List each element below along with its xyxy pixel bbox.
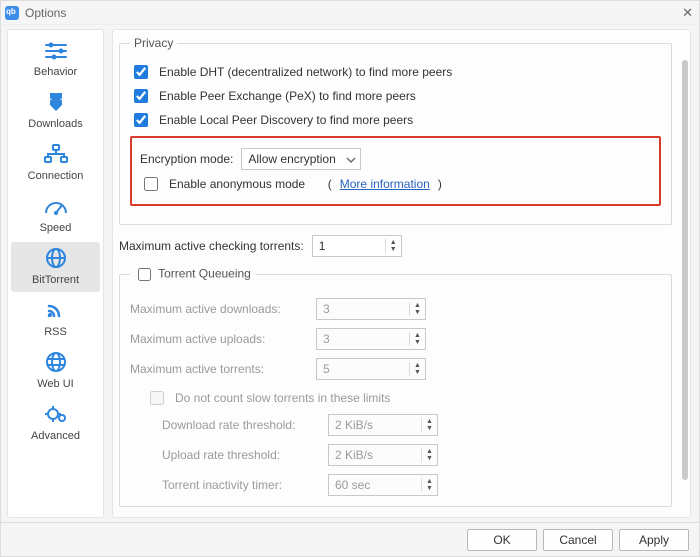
more-info-open: ( bbox=[328, 177, 332, 191]
window-title: Options bbox=[25, 6, 66, 20]
footer: OK Cancel Apply bbox=[1, 522, 699, 556]
max-ul-label: Maximum active uploads: bbox=[130, 332, 310, 346]
max-active-label: Maximum active torrents: bbox=[130, 362, 310, 376]
ulrate-label: Upload rate threshold: bbox=[162, 448, 322, 462]
sidebar-item-speed[interactable]: Speed bbox=[11, 190, 100, 240]
spin-down-icon: ▼ bbox=[422, 425, 437, 432]
sidebar-item-bittorrent[interactable]: BitTorrent bbox=[11, 242, 100, 292]
network-icon bbox=[42, 143, 70, 168]
downloads-icon bbox=[42, 91, 70, 116]
chevron-down-icon bbox=[346, 154, 356, 168]
inactivity-value: 60 sec bbox=[329, 478, 421, 492]
max-checking-value: 1 bbox=[313, 239, 385, 253]
anonymous-label: Enable anonymous mode bbox=[169, 177, 305, 191]
max-active-value: 5 bbox=[317, 362, 409, 376]
inactivity-label: Torrent inactivity timer: bbox=[162, 478, 322, 492]
content-area: Privacy Enable DHT (decentralized networ… bbox=[112, 29, 691, 518]
spin-down-icon[interactable]: ▼ bbox=[386, 246, 401, 253]
ulrate-value: 2 KiB/s bbox=[329, 448, 421, 462]
sidebar: Behavior Downloads Connection Speed bbox=[7, 29, 104, 518]
sidebar-item-label: Downloads bbox=[28, 118, 82, 130]
sidebar-item-label: Behavior bbox=[34, 66, 77, 78]
no-slow-checkbox bbox=[150, 391, 164, 405]
spin-up-icon: ▲ bbox=[410, 362, 425, 369]
spin-down-icon: ▼ bbox=[410, 369, 425, 376]
sidebar-item-label: RSS bbox=[44, 326, 67, 338]
sidebar-item-label: BitTorrent bbox=[32, 274, 79, 286]
max-checking-label: Maximum active checking torrents: bbox=[119, 239, 304, 253]
sidebar-item-downloads[interactable]: Downloads bbox=[11, 86, 100, 136]
spin-up-icon: ▲ bbox=[410, 302, 425, 309]
queueing-checkbox[interactable] bbox=[138, 268, 151, 281]
spin-down-icon: ▼ bbox=[410, 339, 425, 346]
no-slow-label: Do not count slow torrents in these limi… bbox=[175, 391, 390, 405]
spin-down-icon: ▼ bbox=[410, 309, 425, 316]
spin-up-icon: ▲ bbox=[410, 332, 425, 339]
dlrate-spinner: 2 KiB/s ▲▼ bbox=[328, 414, 438, 436]
dlrate-value: 2 KiB/s bbox=[329, 418, 421, 432]
globe-icon bbox=[42, 247, 70, 272]
pex-checkbox[interactable] bbox=[134, 89, 148, 103]
lsd-label: Enable Local Peer Discovery to find more… bbox=[159, 113, 413, 127]
ulrate-spinner: 2 KiB/s ▲▼ bbox=[328, 444, 438, 466]
app-icon bbox=[5, 6, 19, 20]
globe2-icon bbox=[42, 351, 70, 376]
queueing-group: Torrent Queueing Maximum active download… bbox=[119, 265, 672, 507]
close-icon[interactable]: ✕ bbox=[682, 5, 693, 21]
spin-up-icon: ▲ bbox=[422, 448, 437, 455]
dht-label: Enable DHT (decentralized network) to fi… bbox=[159, 65, 452, 79]
sidebar-item-label: Advanced bbox=[31, 430, 80, 442]
privacy-legend: Privacy bbox=[130, 36, 177, 50]
gears-icon bbox=[42, 403, 70, 428]
privacy-group: Privacy Enable DHT (decentralized networ… bbox=[119, 36, 672, 225]
ok-button[interactable]: OK bbox=[467, 529, 537, 551]
inactivity-spinner: 60 sec ▲▼ bbox=[328, 474, 438, 496]
lsd-checkbox[interactable] bbox=[134, 113, 148, 127]
anonymous-checkbox[interactable] bbox=[144, 177, 158, 191]
more-info-close: ) bbox=[438, 177, 442, 191]
rss-icon bbox=[42, 299, 70, 324]
sidebar-item-webui[interactable]: Web UI bbox=[11, 346, 100, 396]
pex-label: Enable Peer Exchange (PeX) to find more … bbox=[159, 89, 416, 103]
titlebar: Options ✕ bbox=[1, 1, 699, 25]
sidebar-item-advanced[interactable]: Advanced bbox=[11, 398, 100, 448]
queueing-legend-label: Torrent Queueing bbox=[158, 267, 251, 281]
encryption-select[interactable]: Allow encryption bbox=[241, 148, 361, 170]
spin-down-icon: ▼ bbox=[422, 485, 437, 492]
queueing-legend: Torrent Queueing bbox=[130, 265, 255, 284]
max-ul-spinner: 3 ▲▼ bbox=[316, 328, 426, 350]
sidebar-item-rss[interactable]: RSS bbox=[11, 294, 100, 344]
cancel-button[interactable]: Cancel bbox=[543, 529, 613, 551]
dlrate-label: Download rate threshold: bbox=[162, 418, 322, 432]
max-active-spinner: 5 ▲▼ bbox=[316, 358, 426, 380]
gauge-icon bbox=[42, 195, 70, 220]
max-dl-value: 3 bbox=[317, 302, 409, 316]
spin-up-icon: ▲ bbox=[422, 478, 437, 485]
sidebar-item-label: Speed bbox=[40, 222, 72, 234]
encryption-value: Allow encryption bbox=[248, 152, 335, 166]
apply-button[interactable]: Apply bbox=[619, 529, 689, 551]
encryption-label: Encryption mode: bbox=[140, 152, 233, 166]
max-checking-spinner[interactable]: 1 ▲▼ bbox=[312, 235, 402, 257]
spin-up-icon[interactable]: ▲ bbox=[386, 239, 401, 246]
sidebar-item-connection[interactable]: Connection bbox=[11, 138, 100, 188]
scrollbar-thumb[interactable] bbox=[682, 60, 688, 480]
max-dl-spinner: 3 ▲▼ bbox=[316, 298, 426, 320]
sliders-icon bbox=[42, 41, 70, 64]
highlighted-region: Encryption mode: Allow encryption Enable… bbox=[130, 136, 661, 206]
dht-checkbox[interactable] bbox=[134, 65, 148, 79]
spin-down-icon: ▼ bbox=[422, 455, 437, 462]
more-info-link[interactable]: More information bbox=[340, 177, 430, 191]
max-ul-value: 3 bbox=[317, 332, 409, 346]
max-dl-label: Maximum active downloads: bbox=[130, 302, 310, 316]
sidebar-item-label: Web UI bbox=[37, 378, 73, 390]
sidebar-item-behavior[interactable]: Behavior bbox=[11, 36, 100, 84]
sidebar-item-label: Connection bbox=[28, 170, 84, 182]
spin-up-icon: ▲ bbox=[422, 418, 437, 425]
